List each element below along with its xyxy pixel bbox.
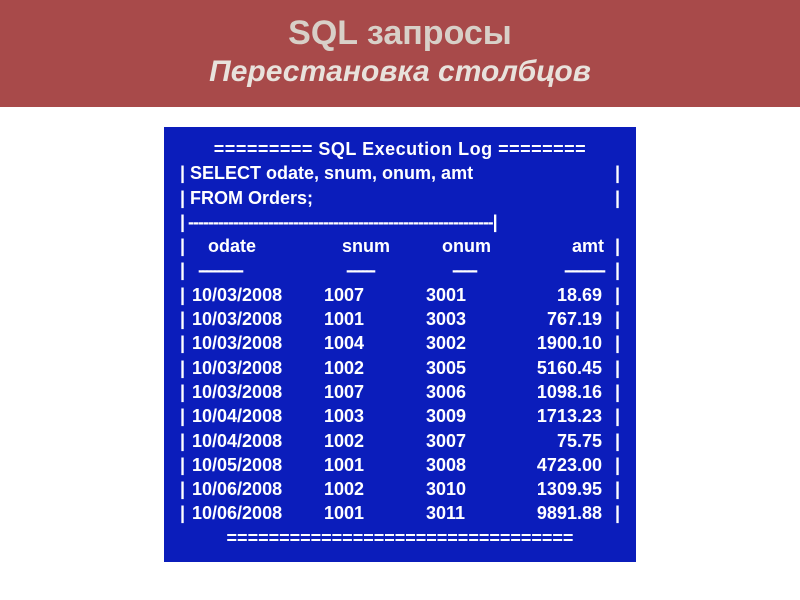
table-row: |10/03/2008100430021900.10| xyxy=(180,331,620,355)
pipe-left: | xyxy=(180,453,190,477)
sql-footer: ================================= xyxy=(180,526,620,550)
cell-onum: 3011 xyxy=(420,501,510,525)
cell-onum: 3003 xyxy=(420,307,510,331)
pipe-right: | xyxy=(606,453,620,477)
underline-amt: ---------- xyxy=(530,258,610,282)
page-subtitle: Перестановка столбцов xyxy=(0,55,800,89)
cell-odate: 10/03/2008 xyxy=(190,356,320,380)
cell-snum: 1007 xyxy=(320,380,420,404)
cell-amt: 1098.16 xyxy=(510,380,606,404)
pipe-right: | xyxy=(606,501,620,525)
cell-amt: 1713.23 xyxy=(510,404,606,428)
table-row: |10/03/20081007300118.69| xyxy=(180,283,620,307)
col-header-onum: onum xyxy=(430,234,530,258)
pipe-left: | xyxy=(180,331,190,355)
cell-odate: 10/06/2008 xyxy=(190,477,320,501)
sql-panel: ========= SQL Execution Log ======== | S… xyxy=(164,127,636,562)
cell-onum: 3005 xyxy=(420,356,510,380)
underline-onum: ------ xyxy=(430,258,530,282)
pipe-right: | xyxy=(606,283,620,307)
cell-amt: 18.69 xyxy=(510,283,606,307)
underline-odate: ----------- xyxy=(190,258,320,282)
pipe-left: | xyxy=(180,429,190,453)
col-header-snum: snum xyxy=(320,234,430,258)
cell-snum: 1001 xyxy=(320,501,420,525)
cell-amt: 5160.45 xyxy=(510,356,606,380)
cell-snum: 1002 xyxy=(320,477,420,501)
cell-odate: 10/03/2008 xyxy=(190,283,320,307)
cell-snum: 1003 xyxy=(320,404,420,428)
table-row: |10/04/2008100330091713.23| xyxy=(180,404,620,428)
table-row: |10/03/200810013003767.19| xyxy=(180,307,620,331)
pipe-right: | xyxy=(610,234,620,258)
pipe-right: | xyxy=(606,331,620,355)
cell-odate: 10/03/2008 xyxy=(190,380,320,404)
pipe-right: | xyxy=(606,429,620,453)
cell-odate: 10/03/2008 xyxy=(190,307,320,331)
col-header-amt: amt xyxy=(530,234,610,258)
pipe-left: | xyxy=(180,380,190,404)
sql-query-text-2: | FROM Orders; xyxy=(180,186,313,210)
cell-amt: 75.75 xyxy=(510,429,606,453)
pipe-left: | xyxy=(180,356,190,380)
pipe-right: | xyxy=(610,258,620,282)
pipe-left: | xyxy=(180,501,190,525)
cell-onum: 3010 xyxy=(420,477,510,501)
cell-snum: 1002 xyxy=(320,429,420,453)
cell-odate: 10/04/2008 xyxy=(190,404,320,428)
sql-log-title: ========= SQL Execution Log ======== xyxy=(180,137,620,161)
cell-snum: 1001 xyxy=(320,307,420,331)
pipe-right: | xyxy=(606,307,620,331)
cell-odate: 10/04/2008 xyxy=(190,429,320,453)
cell-onum: 3002 xyxy=(420,331,510,355)
cell-amt: 4723.00 xyxy=(510,453,606,477)
pipe-right: | xyxy=(606,356,620,380)
cell-onum: 3001 xyxy=(420,283,510,307)
pipe-left: | xyxy=(180,404,190,428)
sql-query-text-1: | SELECT odate, snum, onum, amt xyxy=(180,161,473,185)
cell-amt: 9891.88 xyxy=(510,501,606,525)
table-row: |10/05/2008100130084723.00| xyxy=(180,453,620,477)
cell-onum: 3006 xyxy=(420,380,510,404)
pipe-left: | xyxy=(180,258,190,282)
cell-snum: 1007 xyxy=(320,283,420,307)
cell-snum: 1002 xyxy=(320,356,420,380)
table-row: |10/03/2008100730061098.16| xyxy=(180,380,620,404)
cell-onum: 3009 xyxy=(420,404,510,428)
cell-snum: 1004 xyxy=(320,331,420,355)
sql-query-line-1: | SELECT odate, snum, onum, amt | xyxy=(180,161,620,185)
sql-rows: |10/03/20081007300118.69||10/03/20081001… xyxy=(180,283,620,526)
cell-onum: 3008 xyxy=(420,453,510,477)
cell-amt: 1309.95 xyxy=(510,477,606,501)
pipe-left: | xyxy=(180,477,190,501)
underline-snum: ------- xyxy=(320,258,430,282)
sql-underlines: | ----------- ------- ------ ---------- … xyxy=(180,258,620,282)
sql-query-line-2: | FROM Orders; | xyxy=(180,186,620,210)
header-band: SQL запросы Перестановка столбцов xyxy=(0,0,800,107)
pipe-right: | xyxy=(615,161,620,185)
col-header-odate: odate xyxy=(190,234,320,258)
pipe-right: | xyxy=(606,404,620,428)
table-row: |10/03/2008100230055160.45| xyxy=(180,356,620,380)
cell-amt: 1900.10 xyxy=(510,331,606,355)
sql-column-headers: | odate snum onum amt | xyxy=(180,234,620,258)
table-row: |10/04/20081002300775.75| xyxy=(180,429,620,453)
table-row: |10/06/2008100230101309.95| xyxy=(180,477,620,501)
page-title: SQL запросы xyxy=(0,14,800,53)
sql-separator: | --------------------------------------… xyxy=(180,210,620,234)
cell-onum: 3007 xyxy=(420,429,510,453)
pipe-left: | xyxy=(180,307,190,331)
cell-amt: 767.19 xyxy=(510,307,606,331)
cell-odate: 10/05/2008 xyxy=(190,453,320,477)
cell-snum: 1001 xyxy=(320,453,420,477)
table-row: |10/06/2008100130119891.88| xyxy=(180,501,620,525)
pipe-right: | xyxy=(606,477,620,501)
pipe-right: | xyxy=(615,186,620,210)
cell-odate: 10/06/2008 xyxy=(190,501,320,525)
pipe-left: | xyxy=(180,234,190,258)
pipe-left: | xyxy=(180,283,190,307)
pipe-right: | xyxy=(606,380,620,404)
cell-odate: 10/03/2008 xyxy=(190,331,320,355)
